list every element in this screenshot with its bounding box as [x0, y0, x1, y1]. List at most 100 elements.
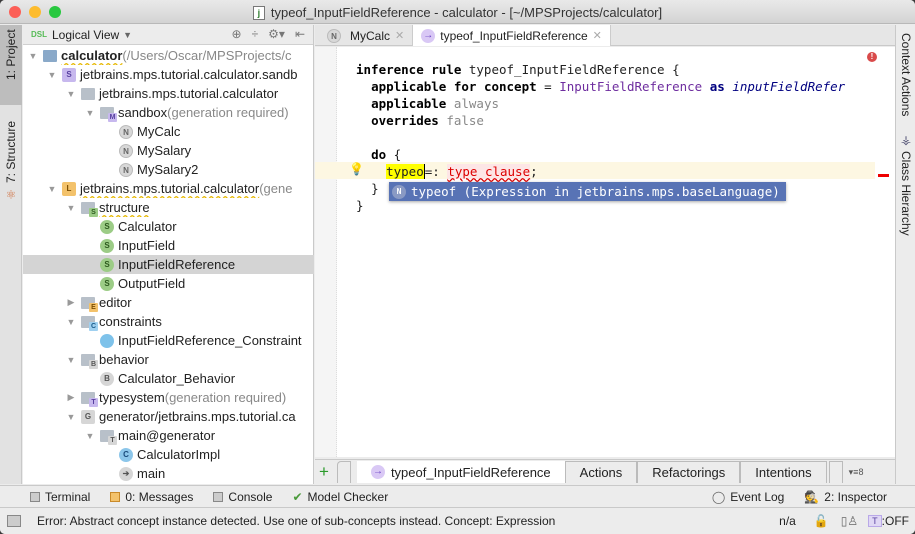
file-icon: j	[252, 6, 265, 20]
tab-class-hierarchy[interactable]: ⚶ Class Hierarchy	[896, 133, 915, 236]
tab-mycalc[interactable]: N MyCalc ✕	[315, 25, 412, 46]
minimize-button[interactable]	[29, 6, 41, 18]
messages-icon	[110, 491, 121, 502]
locate-icon[interactable]: ⊕	[232, 27, 242, 41]
tree-item[interactable]: ▼ Ljetbrains.mps.tutorial.calculator (gen…	[23, 179, 314, 198]
tree-item[interactable]: ▼ Msandbox (generation required)	[23, 103, 314, 122]
error-placeholder[interactable]: type clause	[447, 164, 531, 179]
aspect-tab-main[interactable]: → typeof_InputFieldReference	[356, 461, 565, 483]
expanded-arrow-icon[interactable]: ▼	[65, 412, 77, 422]
tab-project[interactable]: 1: Project	[0, 25, 22, 105]
arrow-icon: →	[421, 28, 436, 43]
collapsed-arrow-icon[interactable]: ▶	[65, 392, 77, 403]
behavior-folder-icon: B	[77, 353, 99, 369]
expanded-arrow-icon[interactable]: ▼	[84, 431, 96, 441]
tab-structure[interactable]: ⚛ 7: Structure	[0, 117, 22, 207]
keyword: as	[702, 79, 733, 94]
tree-item[interactable]: ▼ calculator (/Users/Oscar/MPSProjects/c	[23, 46, 314, 65]
mapping-icon: ➔	[115, 466, 137, 481]
expanded-arrow-icon[interactable]: ▼	[84, 108, 96, 118]
aspect-tab-label: typeof_InputFieldReference	[390, 464, 551, 480]
model-checker-button[interactable]: ✔ Model Checker	[282, 490, 398, 504]
close-icon[interactable]: ✕	[593, 29, 602, 42]
tree-item[interactable]: InputFieldReference_Constraint	[23, 331, 314, 350]
status-message[interactable]: Error: Abstract concept instance detecte…	[37, 514, 555, 528]
tree-item-label: jetbrains.mps.tutorial.calculator.sandb	[80, 67, 298, 82]
inspector-button[interactable]: 🕵 2: Inspector	[794, 490, 915, 504]
view-selector[interactable]: Logical View	[52, 28, 119, 42]
tab-context-actions[interactable]: Context Actions	[896, 33, 915, 116]
aspect-tab-intentions[interactable]: Intentions	[740, 461, 827, 483]
typed-text[interactable]: typeo	[386, 164, 425, 179]
tree-item[interactable]: ➔ main	[23, 464, 314, 483]
tab-scroll-right[interactable]	[828, 461, 843, 483]
terminal-button[interactable]: Terminal	[20, 490, 100, 504]
concept-ref[interactable]: InputFieldReference	[559, 79, 702, 94]
tree-item[interactable]: ▼ Sstructure	[23, 198, 314, 217]
typesystem-toggle[interactable]: :OFF	[882, 514, 909, 528]
node-icon: N	[115, 143, 137, 158]
tree-item[interactable]: ▼ Cconstraints	[23, 312, 314, 331]
value: false	[438, 113, 484, 128]
lock-icon[interactable]: 🔓	[814, 514, 829, 528]
typesystem-icon[interactable]: T	[868, 515, 882, 527]
console-icon	[213, 491, 224, 502]
expanded-arrow-icon[interactable]: ▼	[65, 317, 77, 327]
code-editor[interactable]: 💡 ! inference rule typeof_InputFieldRefe…	[315, 47, 895, 457]
expanded-arrow-icon[interactable]: ▼	[65, 203, 77, 213]
tree-item[interactable]: ▶ Ttypesystem (generation required)	[23, 388, 314, 407]
tree-item[interactable]: ▼ Tmain@generator	[23, 426, 314, 445]
tree-item[interactable]: S InputField	[23, 236, 314, 255]
tree-item[interactable]: N MySalary2	[23, 160, 314, 179]
tree-item[interactable]: C CalculatorImpl	[23, 445, 314, 464]
status-bar: Error: Abstract concept instance detecte…	[0, 507, 915, 534]
collapsed-arrow-icon[interactable]: ▶	[65, 297, 77, 308]
tree-item[interactable]: B Calculator_Behavior	[23, 369, 314, 388]
tree-item-suffix: (/Users/Oscar/MPSProjects/c	[122, 48, 292, 63]
tree-item-label: CalculatorImpl	[137, 447, 221, 462]
project-icon	[39, 49, 61, 62]
error-indicator-icon[interactable]: !	[867, 52, 877, 62]
toggle-tool-windows-icon[interactable]	[7, 515, 21, 527]
messages-button[interactable]: 0: Messages	[100, 490, 203, 504]
tree-item[interactable]: ▼ Ggenerator/jetbrains.mps.tutorial.ca	[23, 407, 314, 426]
aspect-tab-actions[interactable]: Actions	[564, 461, 638, 483]
tree-item[interactable]: N MySalary	[23, 141, 314, 160]
tab-overflow-icon[interactable]: ▾≡8	[849, 467, 864, 478]
tree-item[interactable]: ▼ Bbehavior	[23, 350, 314, 369]
expanded-arrow-icon[interactable]: ▼	[27, 51, 39, 61]
console-button[interactable]: Console	[203, 490, 282, 504]
tab-scroll-left[interactable]	[336, 461, 351, 483]
event-log-button[interactable]: ◯ Event Log	[702, 490, 794, 504]
zoom-button[interactable]	[49, 6, 61, 18]
expanded-arrow-icon[interactable]: ▼	[65, 89, 77, 99]
error-stripe-marker[interactable]	[878, 174, 889, 177]
expanded-arrow-icon[interactable]: ▼	[46, 70, 58, 80]
close-icon[interactable]: ✕	[395, 29, 404, 42]
expanded-arrow-icon[interactable]: ▼	[65, 355, 77, 365]
memory-icon[interactable]: ▯♙	[841, 514, 858, 528]
tree-item[interactable]: S Calculator	[23, 217, 314, 236]
tree-item[interactable]: S InputFieldReference	[23, 255, 314, 274]
tool-label: Event Log	[730, 489, 785, 504]
hide-panel-icon[interactable]: ⇤	[295, 27, 305, 41]
collapse-all-icon[interactable]: ÷	[252, 27, 259, 41]
project-tab-label: 1: Project	[4, 29, 18, 80]
completion-item[interactable]: typeof (Expression in jetbrains.mps.base…	[411, 182, 780, 201]
value: always	[446, 96, 500, 111]
tree-item[interactable]: S OutputField	[23, 274, 314, 293]
close-button[interactable]	[9, 6, 21, 18]
chevron-down-icon[interactable]: ▼	[123, 30, 132, 40]
tree-item[interactable]: N MyCalc	[23, 122, 314, 141]
tree-item[interactable]: ▼ Sjetbrains.mps.tutorial.calculator.sand…	[23, 65, 314, 84]
aspect-tab-refactorings[interactable]: Refactorings	[637, 461, 741, 483]
tree-item-label: typesystem	[99, 390, 165, 405]
completion-popup[interactable]: N typeof (Expression in jetbrains.mps.ba…	[389, 182, 786, 201]
traffic-lights	[9, 6, 61, 18]
add-aspect-icon[interactable]: +	[319, 462, 329, 482]
gear-icon[interactable]: ⚙▾	[268, 27, 285, 41]
tree-item[interactable]: ▼ jetbrains.mps.tutorial.calculator	[23, 84, 314, 103]
tree-item[interactable]: ▶ Eeditor	[23, 293, 314, 312]
expanded-arrow-icon[interactable]: ▼	[46, 184, 58, 194]
tab-typeof-inputfieldreference[interactable]: → typeof_InputFieldReference ✕	[412, 25, 611, 46]
